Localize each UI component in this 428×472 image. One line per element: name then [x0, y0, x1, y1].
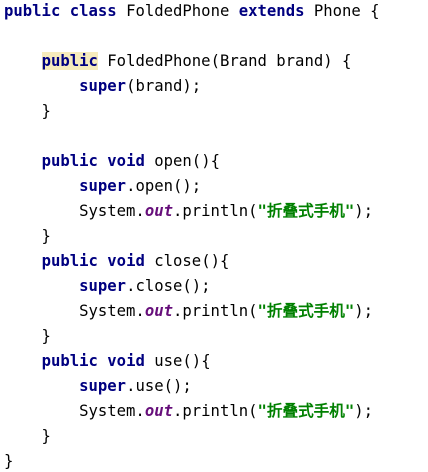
- code-line: super(brand);: [4, 76, 201, 96]
- keyword-token: super: [79, 377, 127, 395]
- code-line: }: [4, 451, 13, 471]
- code-line: public void close(){: [4, 251, 230, 271]
- code-token: .use();: [126, 377, 192, 395]
- code-token: );: [354, 302, 374, 320]
- code-token: .println(: [173, 202, 258, 220]
- code-token: close(){: [144, 252, 230, 270]
- code-line: super.open();: [4, 176, 201, 196]
- field-token: out: [144, 302, 173, 320]
- code-token: }: [4, 327, 51, 345]
- keyword-token: public: [4, 2, 61, 20]
- code-token: );: [354, 202, 374, 220]
- code-line: }: [4, 426, 51, 446]
- code-token: (brand);: [126, 77, 202, 95]
- code-token: open(){: [144, 152, 220, 170]
- code-line: }: [4, 101, 51, 121]
- string-literal: "折叠式手机": [257, 302, 355, 320]
- code-token: }: [4, 427, 51, 445]
- keyword-token: void: [107, 352, 145, 370]
- keyword-token: void: [107, 252, 145, 270]
- code-token: .close();: [126, 277, 211, 295]
- field-token: out: [144, 202, 173, 220]
- string-literal: "折叠式手机": [257, 202, 355, 220]
- code-line: public FoldedPhone(Brand brand) {: [4, 51, 351, 71]
- keyword-token: public: [41, 252, 98, 270]
- keyword-token: void: [107, 152, 145, 170]
- field-token: out: [144, 402, 173, 420]
- code-line: super.close();: [4, 276, 211, 296]
- code-token: );: [354, 402, 374, 420]
- code-token: }: [4, 227, 51, 245]
- code-token: System.: [4, 202, 145, 220]
- keyword-token: class: [69, 2, 117, 20]
- keyword-token: extends: [238, 2, 305, 20]
- code-line: public void use(){: [4, 351, 211, 371]
- code-token: System.: [4, 302, 145, 320]
- keyword-token: super: [79, 277, 127, 295]
- code-line: System.out.println("折叠式手机");: [4, 301, 373, 321]
- code-token: .open();: [126, 177, 202, 195]
- keyword-token: public: [41, 52, 98, 70]
- code-token: System.: [4, 402, 145, 420]
- keyword-token: public: [41, 352, 98, 370]
- code-token: }: [4, 452, 14, 470]
- code-line: }: [4, 226, 51, 246]
- code-line: public class FoldedPhone extends Phone {: [4, 1, 380, 21]
- code-editor[interactable]: public class FoldedPhone extends Phone {…: [0, 0, 428, 472]
- string-literal: "折叠式手机": [257, 402, 355, 420]
- code-line: super.use();: [4, 376, 192, 396]
- keyword-token: super: [79, 177, 127, 195]
- keyword-token: public: [41, 152, 98, 170]
- code-token: FoldedPhone(Brand brand) {: [97, 52, 352, 70]
- code-line: }: [4, 326, 51, 346]
- keyword-token: super: [79, 77, 127, 95]
- code-line: public void open(){: [4, 151, 220, 171]
- code-token: use(){: [144, 352, 211, 370]
- code-token: FoldedPhone: [116, 2, 239, 20]
- code-token: .println(: [173, 402, 258, 420]
- code-token: .println(: [173, 302, 258, 320]
- code-token: }: [4, 102, 51, 120]
- code-line: System.out.println("折叠式手机");: [4, 401, 373, 421]
- code-token: Phone {: [304, 2, 380, 20]
- code-line: System.out.println("折叠式手机");: [4, 201, 373, 221]
